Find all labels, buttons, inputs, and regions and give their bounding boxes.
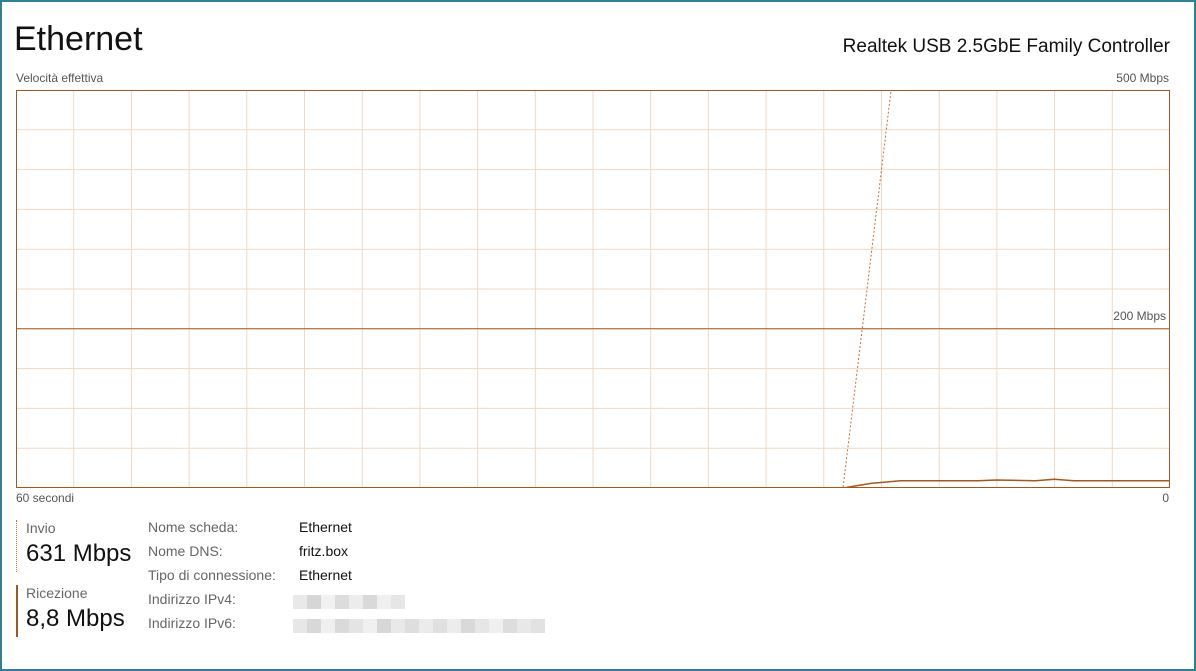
- property-key: Indirizzo IPv6:: [148, 615, 236, 631]
- send-label: Invio: [26, 520, 56, 536]
- property-key: Nome scheda:: [148, 519, 239, 535]
- receive-stat[interactable]: Ricezione 8,8 Mbps: [16, 585, 125, 637]
- send-stat[interactable]: Invio 631 Mbps: [16, 520, 131, 572]
- graph-max-label: 500 Mbps: [1116, 71, 1169, 85]
- graph-zero-label: 0: [1162, 491, 1169, 505]
- property-value: Ethernet: [299, 567, 352, 583]
- throughput-graph: [16, 90, 1170, 488]
- property-key: Nome DNS:: [148, 543, 223, 559]
- send-value: 631 Mbps: [26, 540, 132, 567]
- receive-label: Ricezione: [26, 585, 88, 601]
- ipv6-redacted-block: [293, 619, 545, 633]
- adapter-name: Realtek USB 2.5GbE Family Controller: [842, 36, 1170, 57]
- property-key: Indirizzo IPv4:: [148, 591, 236, 607]
- ipv4-redacted-block: [293, 595, 405, 609]
- property-value: fritz.box: [299, 543, 349, 559]
- graph-time-label: 60 secondi: [16, 491, 75, 505]
- property-value: Ethernet: [299, 519, 352, 535]
- receive-value: 8,8 Mbps: [26, 605, 125, 632]
- page-title: Ethernet: [14, 20, 143, 58]
- graph-title: Velocità effettiva: [16, 71, 104, 85]
- property-key: Tipo di connessione:: [148, 567, 276, 583]
